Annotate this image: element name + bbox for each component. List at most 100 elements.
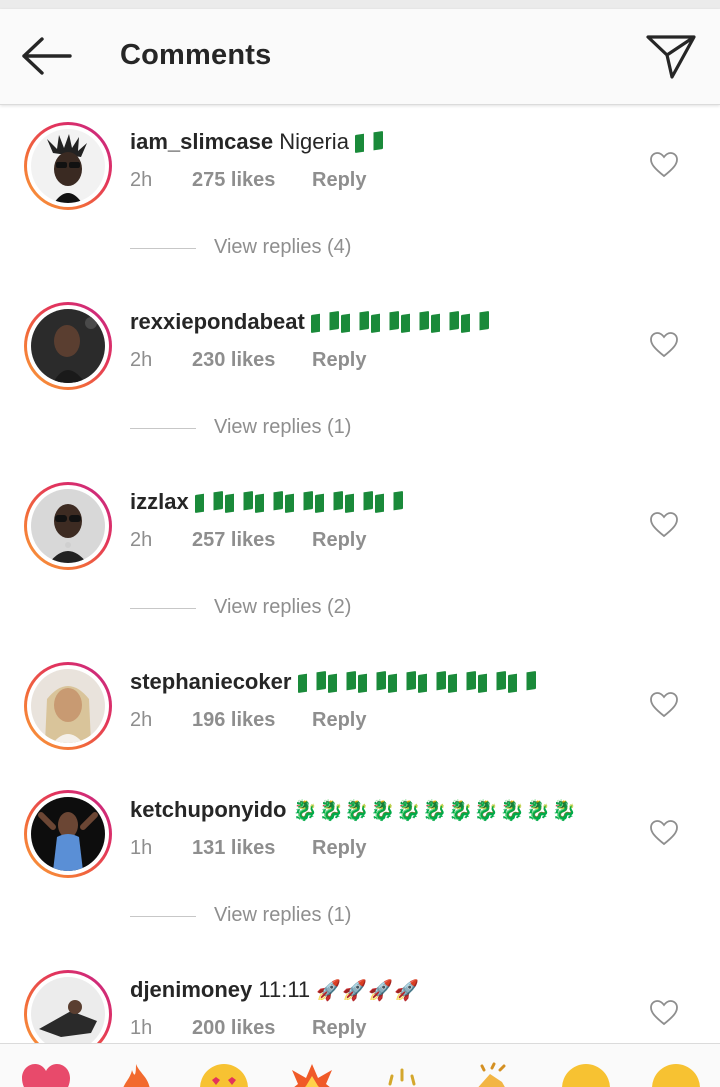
heart-icon (650, 512, 678, 538)
comment-time: 2h (130, 349, 153, 371)
fire-icon (123, 1064, 150, 1087)
nigeria-flag-icon (310, 311, 339, 333)
nigeria-flag-icon (194, 491, 223, 513)
like-button[interactable] (650, 820, 678, 846)
comment-likes[interactable]: 200 likes (192, 1017, 275, 1040)
nigeria-flag-icon (314, 491, 343, 513)
fire-emoji-button[interactable] (110, 1062, 162, 1087)
nigeria-flag-icon (430, 311, 459, 333)
comment-item: ketchuponyido 🐉🐉🐉🐉🐉🐉🐉🐉🐉🐉🐉 1h 131 likes R… (0, 780, 720, 880)
rocket-emoji-icon: 🚀🚀🚀🚀 (316, 980, 420, 1002)
view-replies-button[interactable]: View replies (1) (130, 902, 430, 932)
comment-time: 1h (130, 1017, 153, 1039)
share-button[interactable] (644, 31, 700, 83)
heart-icon (650, 1000, 678, 1026)
comment-time: 2h (130, 529, 153, 551)
avatar[interactable] (24, 790, 112, 878)
comments-header: Comments (0, 9, 720, 105)
comment-likes[interactable]: 196 likes (192, 709, 275, 732)
nigeria-flag-icon (477, 671, 506, 693)
nigeria-flag-icon (254, 491, 283, 513)
smile-emoji-button[interactable] (560, 1062, 612, 1087)
heart-eyes-face-icon (200, 1064, 248, 1087)
grin-emoji-button[interactable] (650, 1062, 702, 1087)
comment-username[interactable]: ketchuponyido (130, 797, 286, 822)
smiling-face-icon (562, 1064, 610, 1087)
avatar[interactable] (24, 122, 112, 210)
nigeria-flag-icon (344, 491, 373, 513)
clap-emoji-button[interactable] (466, 1062, 518, 1087)
comment-time: 1h (130, 837, 153, 859)
nigeria-flag-icon (340, 311, 369, 333)
heart-icon (650, 692, 678, 718)
comment-item: izzlax 2h 257 likes Reply (0, 472, 720, 572)
nigeria-flag-icon (224, 491, 253, 513)
nigeria-flag-icon (460, 311, 489, 333)
avatar[interactable] (24, 482, 112, 570)
comment-likes[interactable]: 257 likes (192, 529, 275, 552)
comment-item: rexxiepondabeat 2h 230 likes Reply (0, 292, 720, 392)
comment-likes[interactable]: 131 likes (192, 837, 275, 860)
heart-icon (650, 820, 678, 846)
heart-emoji-button[interactable] (20, 1062, 72, 1087)
comment-username[interactable]: iam_slimcase (130, 129, 273, 154)
emoji-quick-bar (0, 1043, 720, 1087)
nigeria-flag-icon (374, 491, 403, 513)
comment-item: stephaniecoker 2h 196 likes Reply (0, 652, 720, 752)
page-title: Comments (120, 39, 272, 71)
comment-item: iam_slimcase Nigeria 2h 275 likes Reply (0, 112, 720, 212)
back-button[interactable] (18, 31, 78, 81)
avatar[interactable] (24, 970, 112, 1043)
comment-username[interactable]: stephaniecoker (130, 669, 291, 694)
boom-emoji-button[interactable] (286, 1062, 338, 1087)
party-emoji-button[interactable] (376, 1062, 428, 1087)
nigeria-flag-icon (507, 671, 536, 693)
nigeria-flag-icon (327, 671, 356, 693)
nigeria-flag-icon (357, 671, 386, 693)
grinning-face-icon (652, 1064, 700, 1087)
reply-button[interactable]: Reply (312, 837, 366, 860)
reply-button[interactable]: Reply (312, 529, 366, 552)
nigeria-flag-icon (400, 311, 429, 333)
heart-icon (650, 152, 678, 178)
view-replies-button[interactable]: View replies (4) (130, 234, 430, 264)
comment-item: djenimoney 11:11 🚀🚀🚀🚀 1h 200 likes Reply (0, 960, 720, 1043)
avatar[interactable] (24, 302, 112, 390)
comment-text: 11:11 (258, 977, 311, 1002)
comment-likes[interactable]: 275 likes (192, 169, 275, 192)
reply-button[interactable]: Reply (312, 169, 366, 192)
nigeria-flag-icon (370, 311, 399, 333)
like-button[interactable] (650, 152, 678, 178)
avatar[interactable] (24, 662, 112, 750)
red-heart-icon (22, 1064, 70, 1087)
comment-time: 2h (130, 709, 153, 731)
nigeria-flag-icon (284, 491, 313, 513)
nigeria-flag-icon (297, 671, 326, 693)
reply-button[interactable]: Reply (312, 349, 366, 372)
comment-username[interactable]: djenimoney (130, 977, 252, 1002)
like-button[interactable] (650, 512, 678, 538)
sparkle-icon (388, 1068, 416, 1086)
nigeria-flag-icon (447, 671, 476, 693)
paper-plane-icon (646, 35, 696, 79)
comment-username[interactable]: izzlax (130, 489, 189, 514)
like-button[interactable] (650, 332, 678, 358)
comment-username[interactable]: rexxiepondabeat (130, 309, 305, 334)
collision-icon (292, 1064, 332, 1087)
nigeria-flag-icon (387, 671, 416, 693)
view-replies-button[interactable]: View replies (1) (130, 414, 430, 444)
arrow-left-icon (22, 37, 72, 75)
comment-text: Nigeria (279, 129, 349, 154)
status-bar-strip (0, 0, 720, 9)
like-button[interactable] (650, 692, 678, 718)
view-replies-button[interactable]: View replies (2) (130, 594, 430, 624)
like-button[interactable] (650, 1000, 678, 1026)
clapping-hands-icon (478, 1062, 506, 1087)
heart-eyes-emoji-button[interactable] (198, 1062, 250, 1087)
comment-time: 2h (130, 169, 153, 191)
comment-likes[interactable]: 230 likes (192, 349, 275, 372)
heart-icon (650, 332, 678, 358)
reply-button[interactable]: Reply (312, 709, 366, 732)
reply-button[interactable]: Reply (312, 1017, 366, 1040)
comments-list[interactable]: iam_slimcase Nigeria 2h 275 likes Reply … (0, 106, 720, 1043)
